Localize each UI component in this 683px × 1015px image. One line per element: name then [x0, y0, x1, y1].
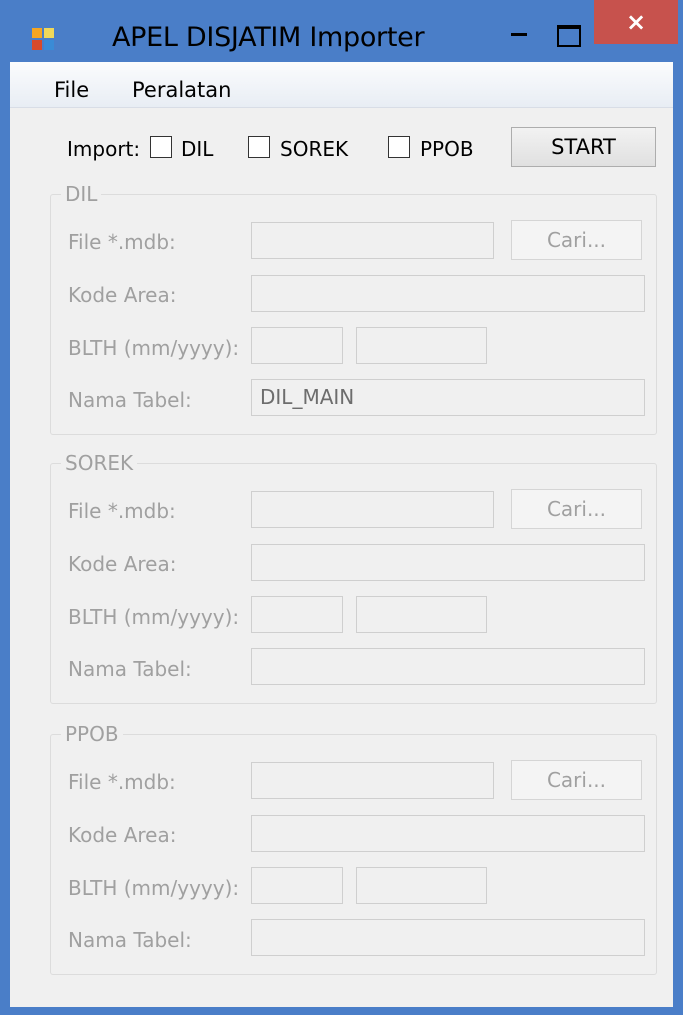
blth-year-input[interactable]: [356, 867, 487, 904]
menu-bar: File Peralatan: [10, 62, 673, 108]
file-mdb-label: File *.mdb:: [68, 230, 176, 254]
nama-tabel-label: Nama Tabel:: [68, 657, 192, 681]
blth-label: BLTH (mm/yyyy):: [68, 876, 240, 900]
dil-checkbox[interactable]: [150, 136, 172, 158]
cari-button[interactable]: Cari...: [511, 220, 642, 260]
import-label: Import:: [67, 137, 141, 161]
blth-month-input[interactable]: [251, 596, 343, 633]
sorek-checkbox-label[interactable]: SOREK: [280, 137, 348, 161]
app-icon: [32, 28, 54, 50]
file-mdb-input[interactable]: [251, 491, 494, 528]
nama-tabel-label: Nama Tabel:: [68, 388, 192, 412]
window-title: APEL DISJATIM Importer: [112, 22, 425, 53]
group-title: DIL: [61, 182, 102, 206]
cari-button[interactable]: Cari...: [511, 760, 642, 800]
nama-tabel-input[interactable]: [251, 919, 645, 956]
menu-file[interactable]: File: [54, 78, 89, 102]
group-title: SOREK: [61, 451, 138, 475]
kode-area-input[interactable]: [251, 275, 645, 312]
ppob-checkbox[interactable]: [388, 136, 410, 158]
file-mdb-input[interactable]: [251, 222, 494, 259]
menu-peralatan[interactable]: Peralatan: [132, 78, 231, 102]
blth-year-input[interactable]: [356, 327, 487, 364]
title-bar[interactable]: APEL DISJATIM Importer ×: [0, 0, 683, 62]
file-mdb-label: File *.mdb:: [68, 770, 176, 794]
kode-area-label: Kode Area:: [68, 823, 177, 847]
group-ppob: PPOB File *.mdb: Cari... Kode Area: BLTH…: [50, 722, 657, 975]
blth-label: BLTH (mm/yyyy):: [68, 605, 240, 629]
app-window: APEL DISJATIM Importer × File Peralatan …: [0, 0, 683, 1015]
sorek-checkbox[interactable]: [248, 136, 270, 158]
close-button[interactable]: ×: [594, 0, 678, 44]
start-button[interactable]: START: [511, 127, 656, 167]
kode-area-label: Kode Area:: [68, 552, 177, 576]
client-area: File Peralatan Import: DIL SOREK PPOB ST…: [10, 62, 673, 1007]
group-dil: DIL File *.mdb: Cari... Kode Area: BLTH …: [50, 182, 657, 435]
kode-area-input[interactable]: [251, 815, 645, 852]
blth-month-input[interactable]: [251, 327, 343, 364]
dil-checkbox-label[interactable]: DIL: [181, 137, 213, 161]
group-sorek: SOREK File *.mdb: Cari... Kode Area: BLT…: [50, 451, 657, 704]
file-mdb-input[interactable]: [251, 762, 494, 799]
blth-label: BLTH (mm/yyyy):: [68, 336, 240, 360]
kode-area-label: Kode Area:: [68, 283, 177, 307]
blth-month-input[interactable]: [251, 867, 343, 904]
blth-year-input[interactable]: [356, 596, 487, 633]
ppob-checkbox-label[interactable]: PPOB: [420, 137, 474, 161]
minimize-button[interactable]: [498, 0, 542, 44]
nama-tabel-input[interactable]: [251, 648, 645, 685]
kode-area-input[interactable]: [251, 544, 645, 581]
maximize-button[interactable]: [546, 0, 590, 47]
file-mdb-label: File *.mdb:: [68, 499, 176, 523]
nama-tabel-label: Nama Tabel:: [68, 928, 192, 952]
nama-tabel-input[interactable]: DIL_MAIN: [251, 379, 645, 416]
group-title: PPOB: [61, 722, 123, 746]
cari-button[interactable]: Cari...: [511, 489, 642, 529]
